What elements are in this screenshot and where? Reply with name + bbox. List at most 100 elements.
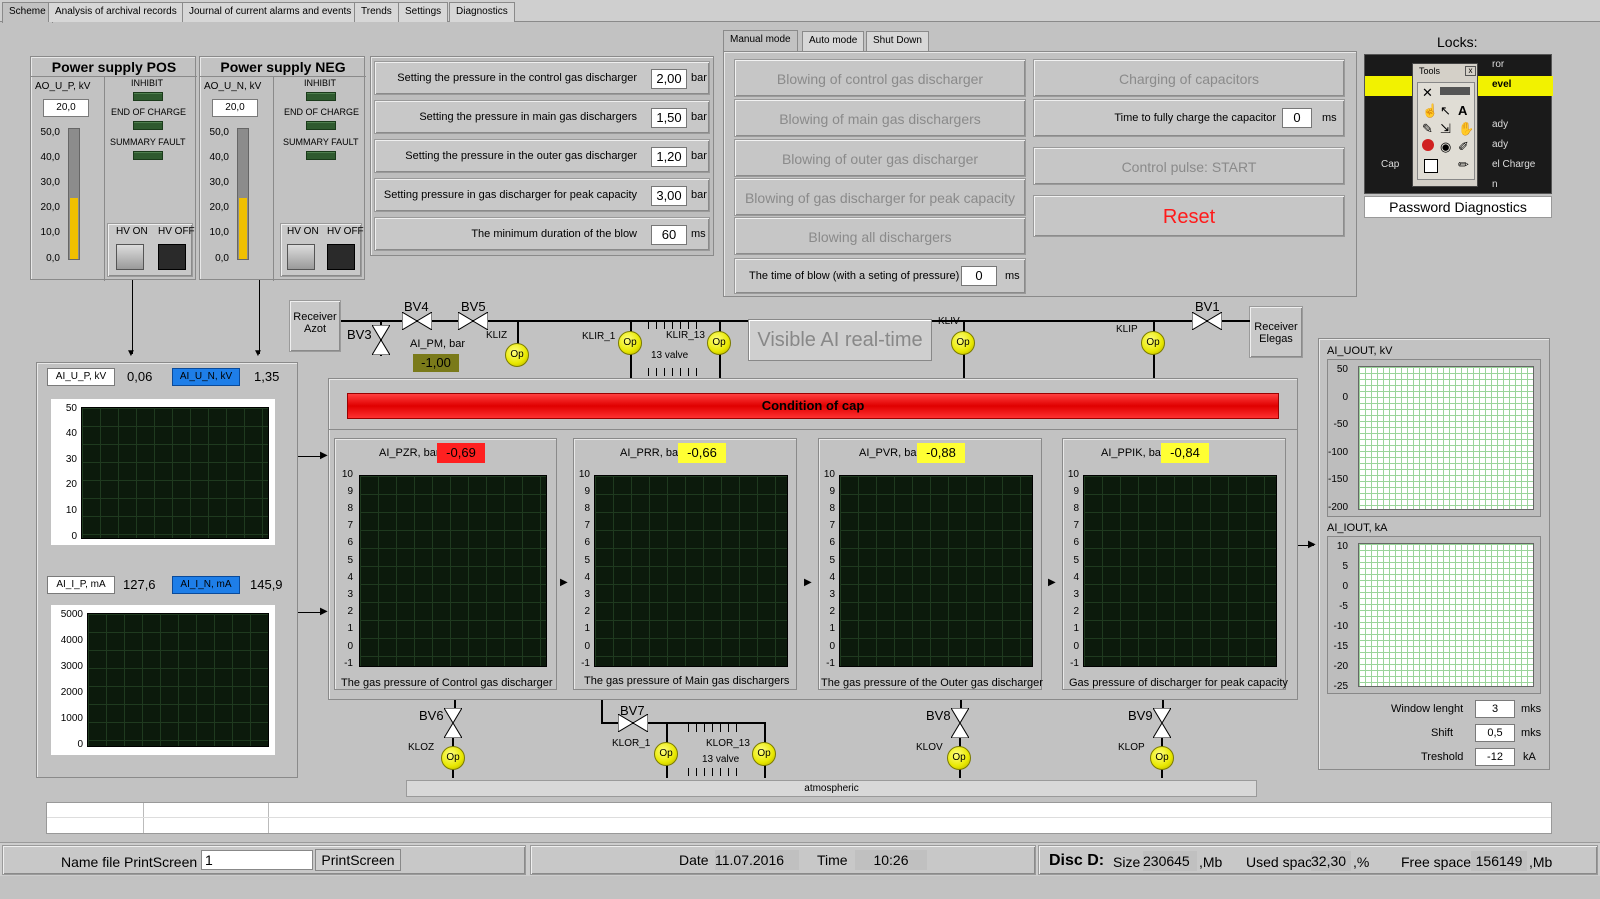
setting-outer-input[interactable]: 1,20	[651, 147, 687, 167]
current-plot-area	[87, 613, 269, 747]
output-charts-panel: AI_UOUT, kV 50 0 -50 -100 -150 -200 AI_I…	[1318, 338, 1550, 770]
neg-hv-off-button[interactable]	[327, 244, 355, 270]
neg-summary-fault-led	[306, 151, 336, 160]
charging-capacitors-button[interactable]: Charging of capacitors	[1033, 59, 1345, 97]
tab-diagnostics[interactable]: Diagnostics	[449, 2, 515, 22]
tab-manual-mode[interactable]: Manual mode	[723, 30, 798, 52]
setting-main-input[interactable]: 1,50	[651, 108, 687, 128]
wire-icon[interactable]: ✎	[1422, 121, 1433, 137]
hand-icon[interactable]: ☝	[1422, 103, 1438, 119]
control-pulse-start-button[interactable]: Control pulse: START	[1033, 147, 1345, 185]
brush-icon[interactable]: ✏	[1458, 157, 1469, 173]
klir13-op-indicator[interactable]: Op	[707, 331, 731, 355]
blow-main-button[interactable]: Blowing of main gas dischargers	[734, 99, 1026, 137]
neg-voltage-gauge: 50,0 40,0 30,0 20,0 10,0 0,0	[207, 122, 259, 272]
shift-input[interactable]: 0,5	[1475, 724, 1515, 742]
setting-control-input[interactable]: 2,00	[651, 69, 687, 89]
tools-palette: Tools x ✕ ☝ ↖ A ✎ ⇲ ✋ ◉ ✐ ✏	[1412, 63, 1478, 187]
ao-u-p-input[interactable]: 20,0	[43, 99, 89, 117]
tab-alarms-journal[interactable]: Journal of current alarms and events	[182, 2, 359, 22]
klip-op-indicator[interactable]: Op	[1141, 331, 1165, 355]
color-picker-icon[interactable]: ✐	[1458, 139, 1469, 155]
scroll-icon[interactable]: ⇲	[1440, 121, 1451, 137]
tab-scheme[interactable]: Scheme	[2, 2, 53, 23]
klir1-op-indicator[interactable]: Op	[618, 331, 642, 355]
disk-usage-group: Disc D: Size 230645 ,Mb Used space 32,30…	[1038, 845, 1598, 875]
kliz-op-indicator[interactable]: Op	[505, 343, 529, 367]
printscreen-button[interactable]: PrintScreen	[315, 849, 401, 871]
klir1-label: KLIR_1	[582, 331, 616, 342]
setting-peak-input[interactable]: 3,00	[651, 186, 687, 206]
disk-size-value: 230645	[1143, 851, 1197, 871]
bv5-label: BV5	[461, 299, 486, 314]
bv7-label: BV7	[620, 703, 645, 718]
bv9-valve-icon[interactable]	[1153, 708, 1171, 738]
kloz-label: KLOZ	[408, 742, 435, 753]
pos-hv-off-button[interactable]	[158, 244, 186, 270]
pos-hv-on-button[interactable]	[116, 244, 144, 270]
klor13-op-indicator[interactable]: Op	[752, 742, 776, 766]
prr-plot-area	[594, 475, 788, 667]
arrow-icon[interactable]: ↖	[1440, 103, 1451, 119]
ai-pzr-value: -0,69	[437, 443, 485, 463]
password-diagnostics-button[interactable]: Password Diagnostics	[1364, 196, 1552, 218]
tab-auto-mode[interactable]: Auto mode	[802, 31, 865, 51]
tab-shut-down[interactable]: Shut Down	[866, 31, 929, 51]
tab-settings[interactable]: Settings	[398, 2, 449, 22]
ai-i-n-value: 145,9	[250, 577, 283, 592]
tools-grid: ✕ ☝ ↖ A ✎ ⇲ ✋ ◉ ✐ ✏	[1417, 82, 1475, 180]
kliv-op-indicator[interactable]: Op	[951, 331, 975, 355]
printscreen-filename-input[interactable]: 1	[201, 850, 313, 870]
bv3-valve-icon[interactable]	[372, 325, 390, 355]
bv4-valve-icon[interactable]	[402, 312, 432, 330]
wrench-icon[interactable]: ✕	[1422, 85, 1433, 101]
breakpoint-icon[interactable]	[1422, 139, 1434, 151]
color-box-icon[interactable]	[1424, 159, 1438, 173]
automatic-tool-icon[interactable]	[1440, 87, 1470, 95]
blow-outer-button[interactable]: Blowing of outer gas discharger	[734, 139, 1026, 177]
window-length-input[interactable]: 3	[1475, 700, 1515, 718]
kloz-op-indicator[interactable]: Op	[441, 746, 465, 770]
event-message-table[interactable]	[46, 802, 1552, 834]
used-space-value: 32,30	[1311, 851, 1351, 871]
ai-i-p-value: 127,6	[123, 577, 156, 592]
date-value: 11.07.2016	[715, 850, 799, 870]
ai-pvr-value: -0,88	[917, 443, 965, 463]
arrow-right-icon: ▶	[1308, 539, 1316, 550]
treshold-input[interactable]: -12	[1475, 748, 1515, 766]
setting-duration-input[interactable]: 60	[651, 225, 687, 245]
blow-control-button[interactable]: Blowing of control gas discharger	[734, 59, 1026, 97]
neg-end-of-charge-led	[306, 121, 336, 130]
text-tool-icon[interactable]: A	[1458, 103, 1467, 118]
bv1-valve-icon[interactable]	[1192, 312, 1222, 330]
bv5-valve-icon[interactable]	[458, 312, 488, 330]
reset-button[interactable]: Reset	[1033, 195, 1345, 237]
bv6-valve-icon[interactable]	[444, 708, 462, 738]
iout-chart: 10 5 0 -5 -10 -15 -20 -25	[1327, 536, 1541, 694]
uout-plot-area	[1358, 366, 1534, 510]
klov-op-indicator[interactable]: Op	[947, 746, 971, 770]
klop-op-indicator[interactable]: Op	[1150, 746, 1174, 770]
blow-all-button[interactable]: Blowing all dischargers	[734, 217, 1026, 255]
ppik-plot-area	[1083, 475, 1277, 667]
pos-gauge-track	[68, 128, 80, 260]
probe-icon[interactable]: ◉	[1440, 139, 1451, 155]
visible-ai-realtime-button[interactable]: Visible AI real-time	[748, 319, 932, 361]
pressure-settings-panel: Setting the pressure in the control gas …	[370, 56, 714, 256]
ao-u-n-input[interactable]: 20,0	[212, 99, 258, 117]
neg-inhibit-label: INHIBIT	[304, 78, 337, 88]
klor1-op-indicator[interactable]: Op	[654, 742, 678, 766]
tab-trends[interactable]: Trends	[354, 2, 399, 22]
pressure-chart-control: AI_PZR, bar -0,69 10 9 8 7 6 5 4 3 2 1 0 -1 The gas…	[334, 438, 557, 690]
blow-peak-button[interactable]: Blowing of gas discharger for peak capac…	[734, 178, 1026, 216]
tab-archival-records[interactable]: Analysis of archival records	[48, 2, 184, 22]
ai-pm-value: -1,00	[413, 354, 459, 372]
neg-end-of-charge-label: END OF CHARGE	[284, 107, 360, 117]
ai-u-p-value: 0,06	[127, 369, 153, 384]
ai-pm-label: AI_PM, bar	[410, 338, 466, 350]
neg-hv-on-button[interactable]	[287, 244, 315, 270]
bv8-valve-icon[interactable]	[951, 708, 969, 738]
tools-close-icon[interactable]: x	[1465, 66, 1476, 76]
grab-icon[interactable]: ✋	[1458, 121, 1474, 137]
klop-label: KLOP	[1118, 742, 1145, 753]
